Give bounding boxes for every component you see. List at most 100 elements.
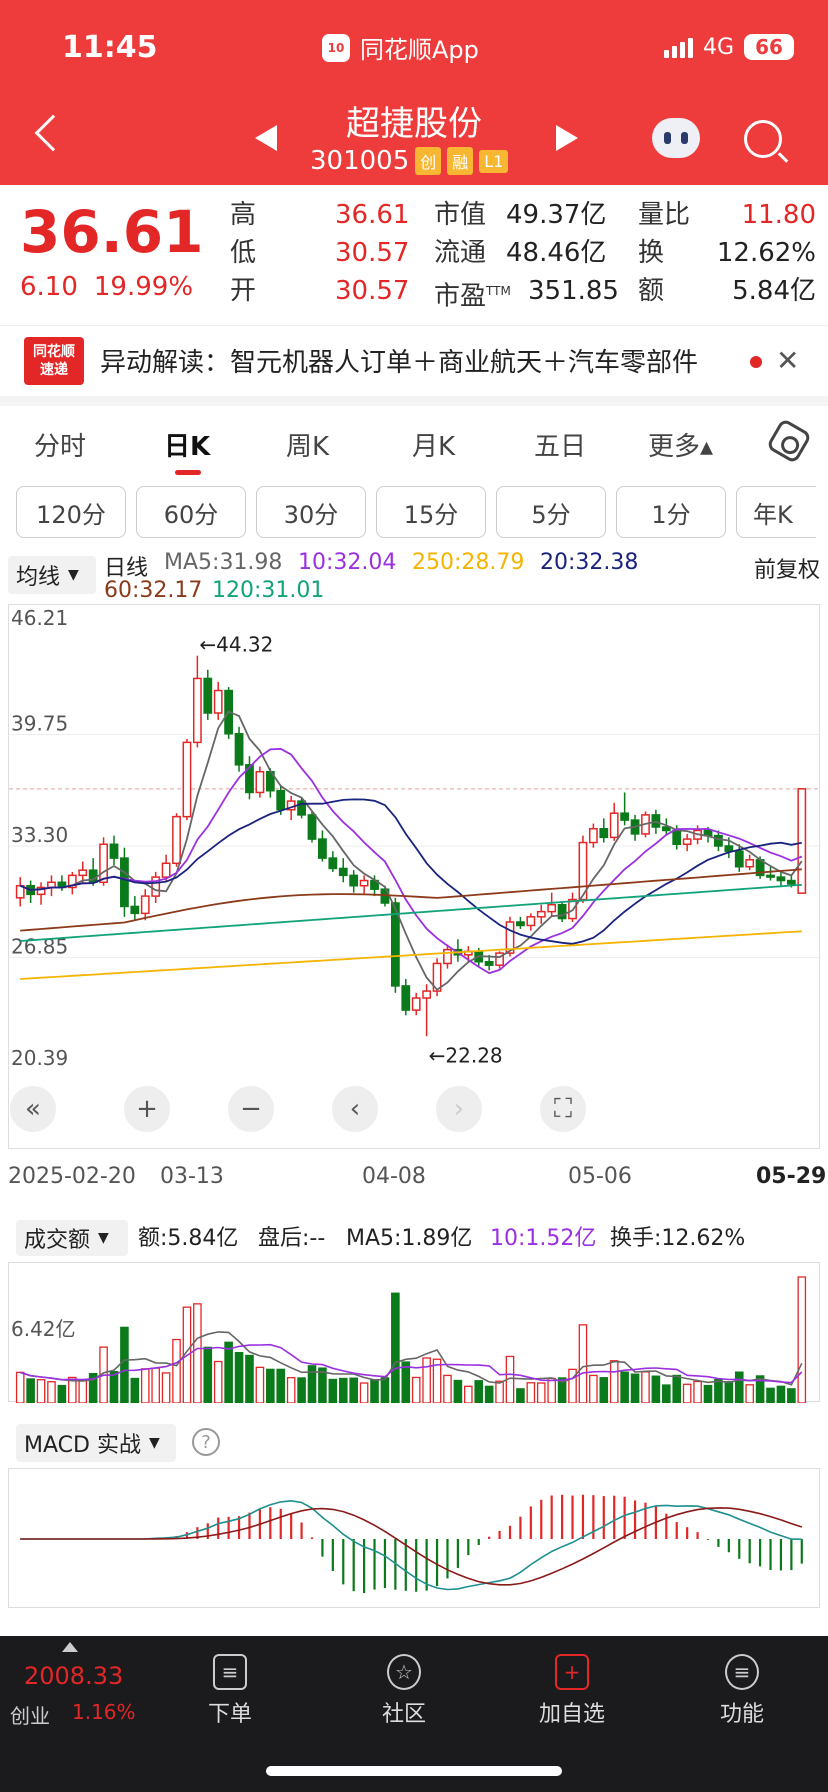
tab-daily-k[interactable]: 日K [164,426,210,475]
volume-bar-down [630,1373,640,1404]
candle-down [599,827,609,839]
volume-bar-down [57,1384,67,1404]
candle-up [682,838,692,846]
volume-bar-down [328,1378,338,1404]
high-value: 36.61 [335,200,410,230]
low-value: 30.57 [335,238,410,268]
quote-labels-1: 高 低 开 [230,200,257,306]
macd-svg [20,1494,803,1594]
candle-up [797,788,807,894]
settings-icon[interactable] [765,417,813,465]
tab-intraday[interactable]: 分时 [34,426,86,463]
ma-selector[interactable]: 均线 ▼ [8,556,96,594]
period-1min[interactable]: 1分 [616,486,726,538]
change-value: 6.10 [20,272,78,302]
volume-selector[interactable]: 成交额 ▼ [16,1220,128,1256]
news-logo-icon: 同花顺 速递 [24,336,84,385]
volume-ma5: MA5:1.89亿 [346,1226,473,1251]
help-icon[interactable]: ? [192,1428,220,1456]
volume-bar-down [651,1375,661,1404]
period-60min[interactable]: 60分 [136,486,246,538]
candle-up [140,895,150,915]
tab-add-watchlist[interactable]: + 加自选 [512,1646,632,1728]
candle-up [745,859,755,868]
macd-dif-line [20,1499,802,1591]
period-120min[interactable]: 120分 [16,486,126,538]
date-label-2: 03-13 [160,1164,224,1189]
volume-bar-down [297,1377,306,1404]
fullscreen-icon[interactable]: ⛶ [540,1086,586,1132]
candle-down [557,903,567,920]
candle-up [78,869,88,877]
volume-bar-down [672,1374,682,1404]
minus-icon[interactable]: − [228,1086,274,1132]
index-percent: 1.16% [72,1700,136,1724]
pe-value: 351.85 [528,276,619,306]
battery-icon: 66 [744,34,794,60]
volume-bar-down [714,1378,723,1404]
robot-assistant-icon[interactable] [652,118,700,158]
period-30min[interactable]: 30分 [256,486,366,538]
volume-bar-up [161,1372,171,1404]
candle-up [443,948,452,965]
period-year-k[interactable]: 年K [736,486,816,538]
volume-bar-down [276,1368,286,1404]
volume-bar-up [693,1380,702,1404]
volume-ma10-line [19,1343,803,1384]
next-stock-icon[interactable] [556,125,578,151]
tab-monthly-k[interactable]: 月K [412,426,455,463]
close-icon[interactable]: ✕ [776,344,799,377]
chevron-down-icon: ▼ [98,1230,109,1246]
volume-bar-up [797,1276,807,1404]
quote-labels-2: 市值 流通 市盈TTM [434,200,511,312]
period-15min[interactable]: 15分 [376,486,486,538]
volume-bar-up [193,1303,202,1404]
volume-chart[interactable]: 6.42亿 [8,1262,820,1404]
period-5min[interactable]: 5分 [496,486,606,538]
expand-up-icon[interactable] [62,1642,78,1652]
news-text[interactable]: 异动解读：智元机器人订单＋商业航天＋汽车零部件 [100,342,720,379]
candle-down [672,829,682,846]
index-value[interactable]: 2008.33 [24,1662,123,1690]
quote-values-1: 36.61 30.57 30.57 [335,196,409,310]
kline-chart[interactable]: 46.21 39.75 33.30 26.85 20.39 ←44.32 ←22.28 [8,604,821,1149]
candle-down [786,879,796,885]
candle-up [192,677,202,744]
candle-up [536,910,546,918]
volume-bar-up [172,1338,181,1404]
candle-up [182,741,192,818]
tab-five-day[interactable]: 五日 [534,426,586,463]
y-axis-label: 46.21 [11,606,68,630]
tab-weekly-k[interactable]: 周K [286,426,329,463]
chevron-left-icon[interactable]: ‹ [332,1086,378,1132]
volume-bar-up [464,1385,473,1404]
macd-chart[interactable] [8,1468,820,1608]
volume-bar-down [318,1367,327,1404]
plus-icon[interactable]: + [124,1086,170,1132]
ma250-line [20,930,802,980]
high-annotation: ←44.32 [199,633,273,657]
tab-community[interactable]: ☆ 社区 [344,1646,464,1728]
app-header: 11:45 10 同花顺App 4G 66 超捷股份 301005 创 融 L1 [0,0,828,185]
app-logo-icon: 10 [322,33,350,62]
tab-more[interactable]: 更多▴ [648,426,713,463]
ma250-value: 250:28.79 [412,550,525,575]
candle-up [411,997,421,1011]
tab-functions[interactable]: ≡ 功能 [682,1646,802,1728]
zoom-out-far-icon[interactable]: « [10,1086,56,1132]
candle-up [609,812,619,839]
chevron-right-icon[interactable]: › [436,1086,482,1132]
order-icon: ≡ [213,1654,247,1690]
volume-bar-down [130,1377,140,1404]
candle-up [161,862,171,878]
volume-bar-down [516,1388,525,1404]
search-icon[interactable] [744,120,782,158]
tab-order[interactable]: ≡ 下单 [170,1646,290,1728]
candle-up [526,916,536,927]
candle-down [724,845,734,852]
volume-bar-down [662,1384,671,1404]
adjust-mode[interactable]: 前复权 [754,552,820,584]
news-banner[interactable]: 同花顺 速递 异动解读：智元机器人订单＋商业航天＋汽车零部件 ✕ [0,325,828,395]
candle-up [359,879,369,887]
macd-selector[interactable]: MACD 实战 ▼ [16,1424,176,1462]
